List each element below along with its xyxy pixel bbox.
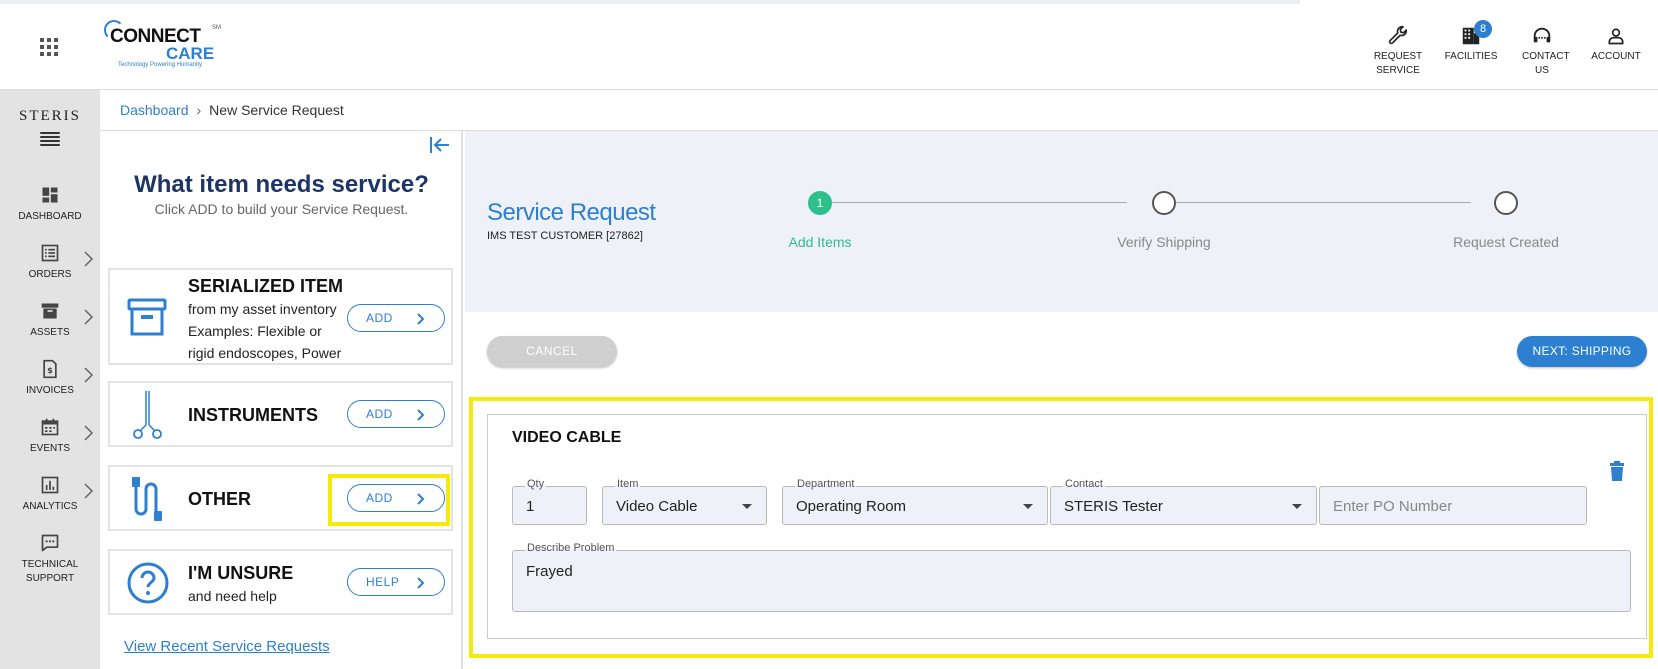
invoice-icon: $ (40, 354, 60, 384)
cancel-button[interactable]: CANCEL (487, 336, 617, 367)
sidebar-item-orders[interactable]: ORDERS (0, 238, 100, 296)
wrench-icon (1387, 22, 1409, 50)
step-connector (832, 202, 1127, 203)
orders-icon (40, 238, 60, 268)
sidebar-item-technical-support[interactable]: TECHNICAL SUPPORT (0, 528, 100, 586)
svg-text:$: $ (47, 365, 53, 375)
po-number-input[interactable]: Enter PO Number (1319, 486, 1587, 525)
calendar-icon (40, 412, 60, 442)
breadcrumb-current: New Service Request (209, 102, 344, 118)
headset-icon (1531, 22, 1553, 50)
dashboard-icon (40, 180, 60, 210)
panel-subtitle: Click ADD to build your Service Request. (154, 201, 409, 217)
dropdown-caret-icon (742, 504, 752, 509)
forceps-icon (133, 391, 162, 439)
sidebar-item-events[interactable]: EVENTS (0, 412, 100, 470)
card-title: INSTRUMENTS (188, 405, 318, 425)
card-unsure: I'M UNSURE and need help HELP (108, 549, 453, 615)
service-request-header: Service Request IMS TEST CUSTOMER [27862… (465, 131, 1658, 312)
add-serialized-item-button[interactable]: ADD (347, 304, 445, 332)
department-select[interactable]: Department Operating Room (782, 478, 1048, 525)
contact-select[interactable]: Contact STERIS Tester (1050, 478, 1317, 525)
step-2-label: Verify Shipping (1117, 234, 1211, 250)
breadcrumb-dashboard-link[interactable]: Dashboard (120, 102, 189, 118)
sidebar-item-analytics[interactable]: ANALYTICS (0, 470, 100, 528)
card-description: and need help (188, 588, 277, 604)
chat-icon (39, 528, 61, 558)
breadcrumb-separator-icon: › (196, 102, 202, 118)
sidebar: STERIS DASHBOARD ORDERS ASSETS $ INVOICE… (0, 90, 100, 669)
chevron-right-icon (417, 409, 425, 421)
nav-facilities[interactable]: 8 FACILITIES (1436, 20, 1506, 64)
help-button[interactable]: HELP (347, 568, 445, 596)
item-select[interactable]: Item Video Cable (602, 478, 767, 525)
next-shipping-button[interactable]: NEXT: SHIPPING (1517, 336, 1647, 367)
card-title: I'M UNSURE (188, 563, 294, 583)
person-icon (1606, 22, 1626, 50)
page-title: Service Request (487, 199, 656, 226)
step-1-indicator: 1 (808, 191, 832, 215)
collapse-panel-icon[interactable] (429, 135, 451, 155)
card-title: SERIALIZED ITEM (188, 276, 344, 296)
card-serialized-item: SERIALIZED ITEM from my asset inventory … (108, 268, 453, 365)
panel-title: What item needs service? (134, 171, 429, 198)
add-instruments-button[interactable]: ADD (347, 400, 445, 428)
step-2-indicator (1152, 191, 1176, 215)
chevron-right-icon (417, 313, 425, 325)
top-bar: CONNECT CARE SM Technology Powering Huma… (0, 0, 1658, 90)
nav-request-service[interactable]: REQUEST SERVICE (1363, 22, 1433, 78)
card-title: OTHER (188, 489, 251, 509)
nav-contact-us[interactable]: CONTACT US (1507, 22, 1577, 78)
chevron-right-icon (84, 483, 94, 499)
sidebar-item-assets[interactable]: ASSETS (0, 296, 100, 354)
item-title: VIDEO CABLE (512, 429, 622, 446)
dropdown-caret-icon (1023, 504, 1033, 509)
describe-problem-field[interactable]: Describe Problem Frayed (512, 542, 1631, 612)
card-description: from my asset inventory Examples: Flexib… (188, 301, 342, 361)
breadcrumb: Dashboard › New Service Request (100, 90, 1658, 131)
cable-icon (132, 477, 162, 521)
question-circle-icon (127, 562, 169, 604)
chevron-right-icon (417, 577, 425, 589)
chevron-right-icon (84, 425, 94, 441)
archive-box-icon (127, 298, 167, 336)
step-connector (1176, 202, 1471, 203)
apps-grid-icon[interactable] (40, 38, 58, 56)
top-stripe (0, 0, 1300, 4)
step-3-label: Request Created (1453, 234, 1559, 250)
sidebar-item-dashboard[interactable]: DASHBOARD (0, 180, 100, 238)
chevron-right-icon (84, 309, 94, 325)
chevron-right-icon (84, 251, 94, 267)
trash-icon[interactable] (1609, 461, 1625, 481)
card-instruments: INSTRUMENTS ADD (108, 381, 453, 447)
dropdown-caret-icon (1292, 504, 1302, 509)
view-recent-service-requests-link[interactable]: View Recent Service Requests (124, 638, 330, 655)
steris-logo[interactable]: STERIS (0, 108, 100, 125)
step-1-label: Add Items (788, 234, 852, 250)
sidebar-item-invoices[interactable]: $ INVOICES (0, 354, 100, 412)
facilities-badge: 8 (1474, 20, 1492, 38)
building-icon: 8 (1460, 20, 1492, 50)
nav-account[interactable]: ACCOUNT (1581, 22, 1651, 64)
item-type-panel: What item needs service? Click ADD to bu… (100, 131, 463, 669)
customer-name: IMS TEST CUSTOMER [27862] (487, 230, 643, 242)
archive-icon (40, 296, 60, 326)
highlight-other-add (328, 474, 450, 526)
connectcare-logo[interactable]: CONNECT CARE SM Technology Powering Huma… (104, 18, 230, 73)
chevron-right-icon (84, 367, 94, 383)
steris-waves-icon (40, 132, 60, 146)
step-3-indicator (1494, 191, 1518, 215)
video-cable-item: VIDEO CABLE Qty 1 Item Video Cable Depar… (487, 414, 1647, 639)
qty-field[interactable]: Qty 1 (512, 478, 587, 525)
analytics-icon (40, 470, 60, 500)
